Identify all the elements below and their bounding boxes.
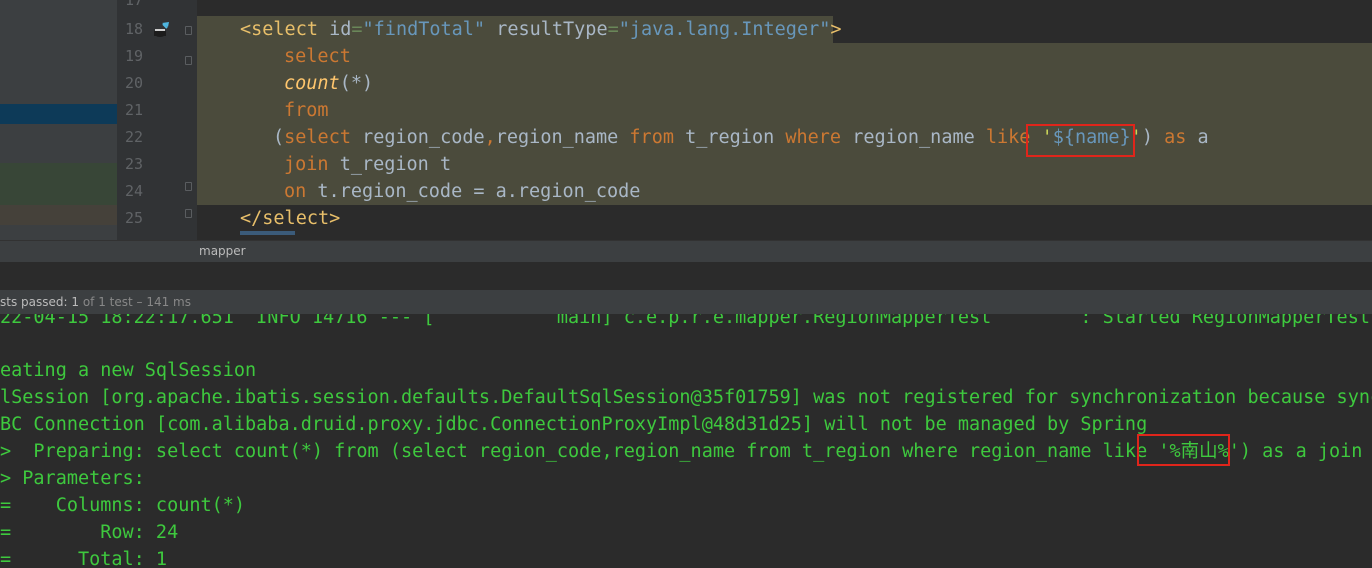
sql-column: region_name [495,127,630,148]
tag-bracket: < [240,19,252,40]
code-line-19[interactable]: select [197,43,1372,70]
annotation-highlight-box [1026,124,1135,157]
attr-eq: = [607,19,619,40]
fold-marker-icon[interactable] [185,26,192,35]
console-line: = Columns: count(*) [0,495,246,516]
fold-marker-icon[interactable] [185,182,192,191]
code-line-23[interactable]: join t_region t [197,151,1372,178]
mybatis-bean-icon[interactable] [150,20,172,40]
console-line: 22-04-15 18:22:17.651 INFO 14716 --- [ m… [0,314,1372,328]
code-line-24[interactable]: on t.region_code = a.region_code [197,178,1372,205]
tag-name: select [251,19,318,40]
tag-bracket: > [830,19,842,40]
console-line: lSession [org.apache.ibatis.session.defa… [0,387,1372,408]
sql-column: region_name [841,127,986,148]
comma: , [484,127,496,148]
tag-bracket: </ [240,208,263,229]
sql-keyword: like [985,127,1031,148]
tree-row[interactable] [0,205,117,225]
console-line: = Row: 24 [0,522,179,543]
line-number: 25 [124,209,143,227]
breadcrumb: mapper [0,240,1372,263]
sql-keyword: from [284,100,329,121]
line-number: 22 [124,128,143,146]
attr-eq: = [351,19,363,40]
code-line-20[interactable]: count(*) [197,70,1372,97]
sql-column: region_code [350,127,485,148]
caret-highlight [240,231,295,235]
code-line-21[interactable]: from [197,97,1372,124]
sql-table: t_region [673,127,786,148]
sql-text: t_region t [328,154,452,175]
attr-value: "findTotal" [362,19,486,40]
sql-keyword: from [629,127,674,148]
paren: ( [273,127,285,148]
tree-row-selected[interactable] [0,104,117,124]
sql-keyword: join [284,154,329,175]
breadcrumb-item-mapper[interactable]: mapper [199,244,246,258]
annotation-highlight-box [1137,434,1230,466]
sql-alias: a [1186,127,1209,148]
attr-name: resultType [496,19,608,40]
tree-row[interactable] [0,163,117,205]
paren: ) [1141,127,1153,148]
sql-text: t.region_code = a.region_code [306,181,641,202]
project-tool-window [0,0,117,240]
tests-passed-label: sts passed: [0,295,72,309]
console-line: = Total: 1 [0,549,168,568]
code-editor[interactable]: 17 18 19 20 21 22 23 24 25 <select id="f… [0,0,1372,240]
sql-keyword: where [785,127,842,148]
code-line-25[interactable]: </select> [197,205,1372,232]
line-number: 18 [124,20,143,38]
line-number: 24 [124,182,143,200]
console-line: > Parameters: [0,468,156,489]
sql-args: (*) [339,73,374,94]
console-line: eating a new SqlSession [0,360,257,381]
code-line-18[interactable]: <select id="findTotal" resultType="java.… [197,16,842,43]
test-status-bar: sts passed: 1 of 1 test – 141 ms [0,290,1372,314]
line-number: 19 [124,47,143,65]
tag-bracket: > [329,208,341,229]
sql-keyword: select [284,46,351,67]
sql-function: count [284,73,340,94]
sql-keyword: as [1164,127,1187,148]
fold-marker-icon[interactable] [185,56,192,65]
tests-passed-count: 1 [71,295,79,309]
code-line-22[interactable]: (select region_code,region_name from t_r… [197,124,1372,151]
line-number: 20 [124,74,143,92]
attr-value: "java.lang.Integer" [618,19,831,40]
tests-detail: of 1 test – 141 ms [79,295,191,309]
line-number: 21 [124,101,143,119]
tag-name: select [262,208,330,229]
line-number: 23 [124,155,143,173]
sql-keyword: select [284,127,351,148]
fold-marker-icon[interactable] [185,209,192,218]
line-number: 17 [124,0,143,9]
sql-keyword: on [284,181,307,202]
tool-window-header [0,262,1372,291]
attr-name: id [329,19,352,40]
